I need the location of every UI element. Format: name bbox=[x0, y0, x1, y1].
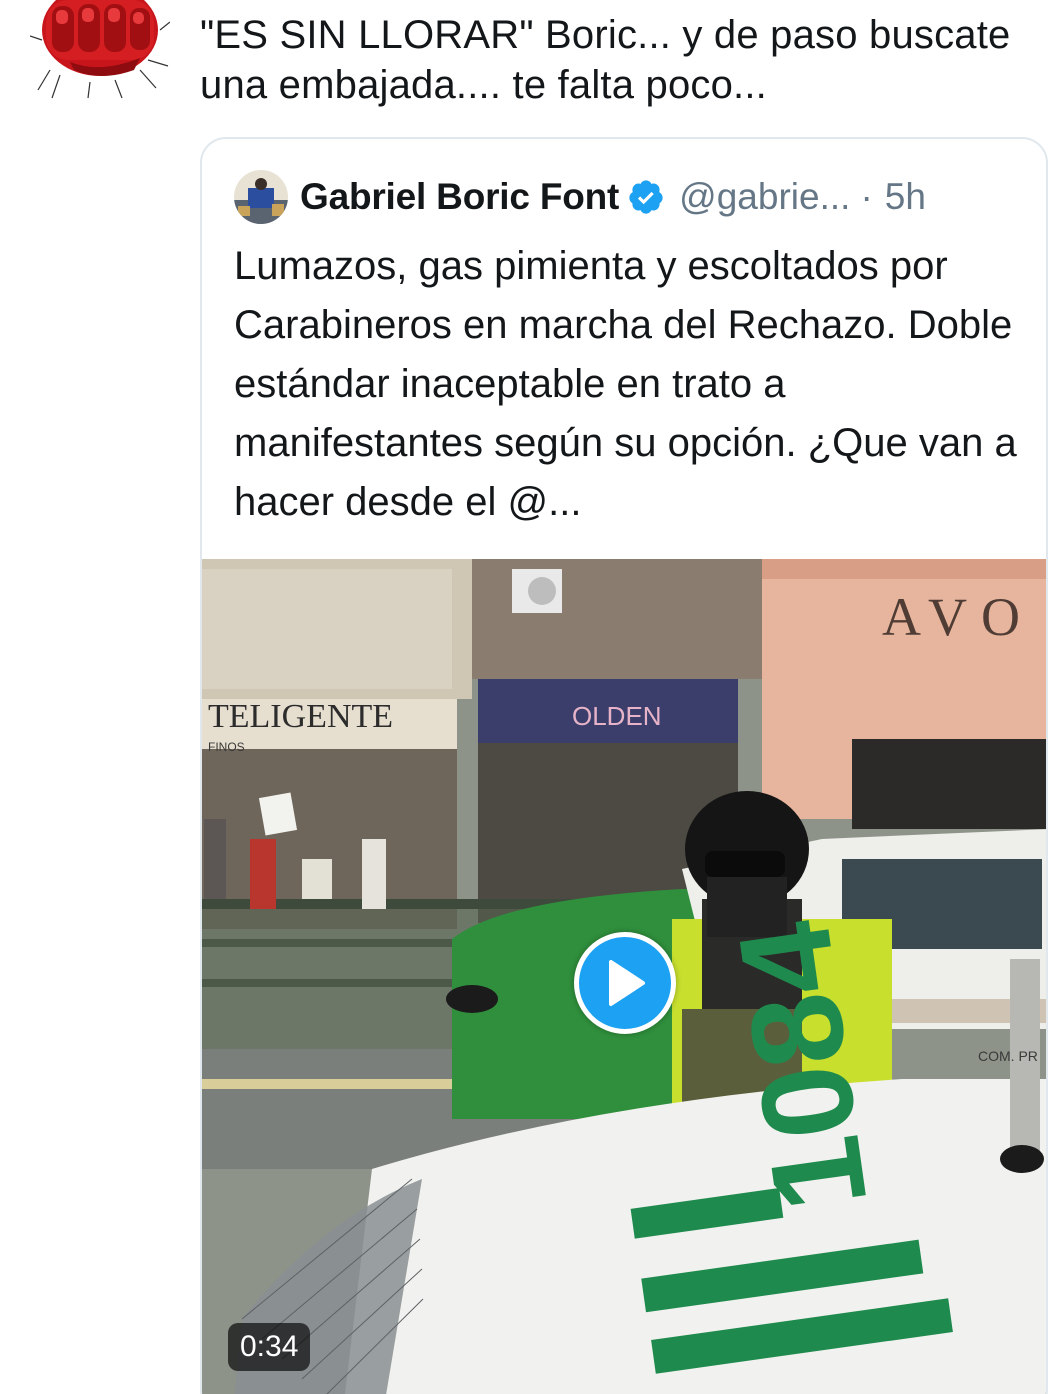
quoted-tweet-card[interactable]: Gabriel Boric Font @gabrie... · 5h Lumaz… bbox=[200, 137, 1048, 1394]
quoted-author-avatar[interactable] bbox=[234, 170, 288, 224]
tweet-view: "ES SIN LLORAR" Boric... y de paso busca… bbox=[0, 0, 1049, 1394]
fist-avatar-icon bbox=[29, 0, 171, 99]
play-button[interactable] bbox=[574, 932, 676, 1034]
author-photo-icon bbox=[234, 170, 288, 224]
quoted-author-name[interactable]: Gabriel Boric Font bbox=[300, 176, 619, 218]
store-sign-mid: OLDEN bbox=[572, 701, 662, 731]
separator-dot: · bbox=[860, 176, 873, 217]
play-icon bbox=[609, 960, 645, 1006]
store-sign-left: TELIGENTE bbox=[208, 698, 393, 735]
video-duration: 0:34 bbox=[228, 1323, 311, 1371]
store-sign-right: AVO bbox=[882, 587, 1034, 647]
quoted-timestamp[interactable]: 5h bbox=[885, 176, 926, 218]
quoted-tweet-text: Lumazos, gas pimienta y escoltados por C… bbox=[234, 244, 1017, 524]
car-window-text: COM. PR bbox=[978, 1048, 1038, 1064]
quoted-tweet-header: Gabriel Boric Font @gabrie... · 5h bbox=[234, 170, 926, 224]
verified-badge-icon bbox=[629, 180, 663, 214]
quoted-author-handle[interactable]: @gabrie... bbox=[679, 176, 850, 218]
tweet-text: "ES SIN LLORAR" Boric... y de paso busca… bbox=[200, 13, 1011, 107]
video-player[interactable]: TELIGENTE FINOS OLDEN AVO COM. PR 1084 0… bbox=[202, 559, 1046, 1394]
user-avatar[interactable] bbox=[29, 0, 171, 100]
store-sign-left-sub: FINOS bbox=[208, 740, 245, 754]
